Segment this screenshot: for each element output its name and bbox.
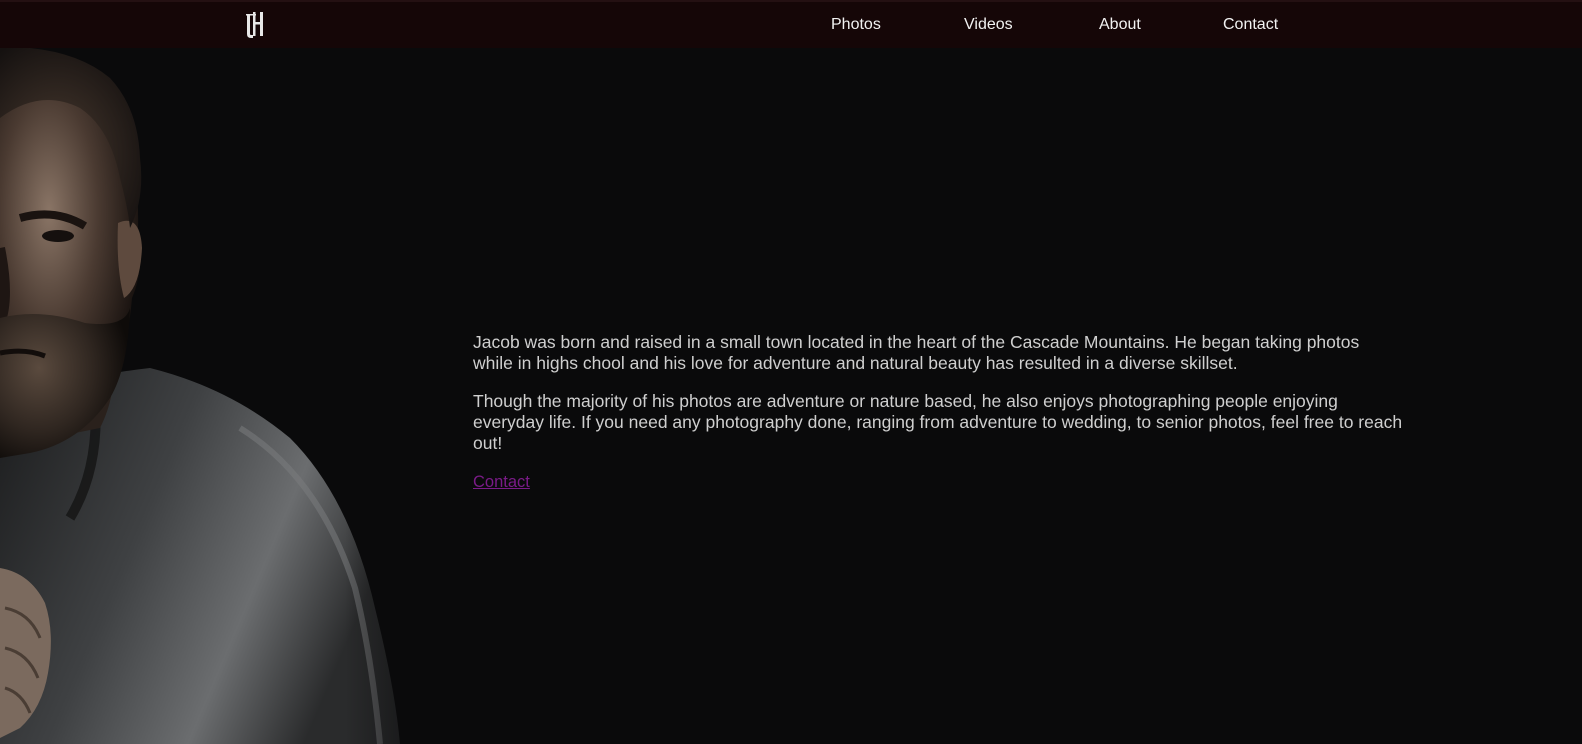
nav-link-videos[interactable]: Videos <box>964 15 1013 35</box>
contact-link[interactable]: Contact <box>473 473 530 491</box>
nav-link-photos[interactable]: Photos <box>831 15 881 35</box>
brand-logo-icon[interactable] <box>246 10 266 40</box>
page: Photos Videos About Contact Jacob was bo… <box>0 0 1582 744</box>
nav-link-about[interactable]: About <box>1099 15 1141 35</box>
nav-link-contact[interactable]: Contact <box>1223 15 1278 35</box>
top-navbar: Photos Videos About Contact <box>0 0 1582 48</box>
bio-paragraph-2: Though the majority of his photos are ad… <box>473 391 1403 453</box>
bio-paragraph-1: Jacob was born and raised in a small tow… <box>473 332 1360 373</box>
about-bio: Jacob was born and raised in a small tow… <box>473 332 1403 493</box>
portrait-image <box>0 48 460 744</box>
